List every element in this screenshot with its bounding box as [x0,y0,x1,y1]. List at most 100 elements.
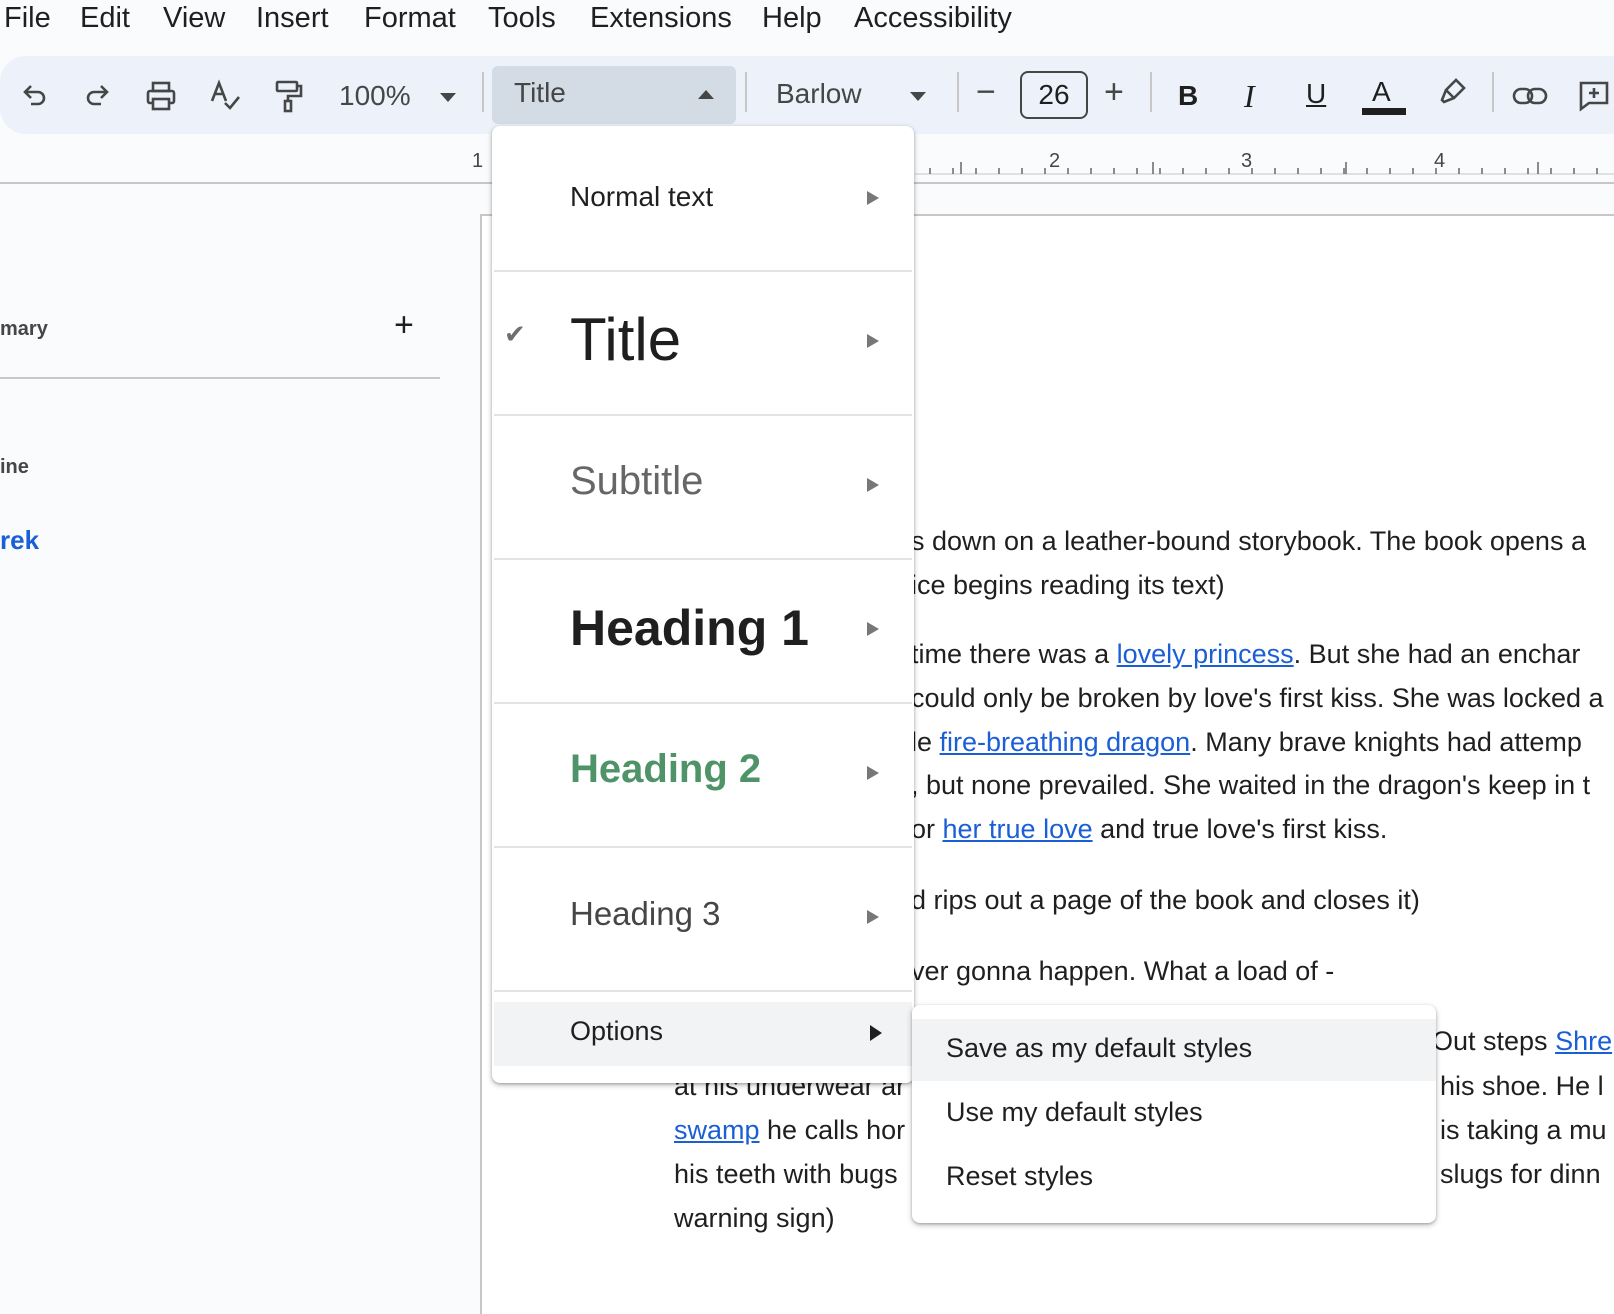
menu-format[interactable]: Format [364,0,456,36]
doc-text-line: , but none prevailed. She waited in the … [911,770,1591,800]
submenu-arrow-icon [867,622,879,636]
style-option-label: Heading 2 [570,747,762,791]
options-label: Options [570,1016,664,1046]
style-option-normal-text[interactable]: Normal text [492,126,914,270]
doc-text-line: time there was a lovely princess. But sh… [911,637,1580,671]
submenu-item-label: Use my default styles [946,1097,1203,1127]
submenu-arrow-icon [867,334,879,348]
menu-accessibility[interactable]: Accessibility [854,0,1012,36]
reset-styles-item[interactable]: Reset styles [912,1147,1436,1209]
style-select-value: Title [514,77,566,108]
toolbar-divider [745,72,747,112]
doc-text-line: could only be broken by love's first kis… [911,683,1604,713]
zoom-caret-icon[interactable] [440,93,456,102]
style-option-heading-1[interactable]: Heading 1 [492,559,914,703]
toolbar-divider [1150,72,1152,112]
submenu-arrow-icon [867,191,879,205]
doc-link[interactable]: swamp [674,1115,760,1145]
style-option-heading-2[interactable]: Heading 2 [492,703,914,847]
ruler-number: 3 [1241,150,1253,172]
increase-font-size-button[interactable]: + [1104,74,1124,110]
toolbar-divider [482,72,484,112]
style-option-label: Title [570,306,682,373]
submenu-arrow-icon [867,478,879,492]
style-option-label: Heading 1 [570,600,809,656]
doc-text-line: ice begins reading its text) [911,570,1225,600]
doc-text-line: his shoe. He l [1440,1071,1604,1101]
menu-divider [494,990,912,992]
doc-text-line: or her true love and true love's first k… [911,812,1387,846]
text-color-swatch [1362,108,1406,115]
undo-icon[interactable] [16,78,52,114]
add-comment-icon[interactable] [1576,78,1612,114]
submenu-item-label: Save as my default styles [946,1033,1253,1063]
submenu-item-label: Reset styles [946,1161,1094,1191]
doc-text: he calls hor [759,1115,906,1145]
bold-button[interactable]: B [1178,78,1198,114]
doc-text-line: ver gonna happen. What a load of - [911,956,1335,986]
doc-link[interactable]: lovely princess [1117,639,1294,669]
sidebar-summary-heading: mary [0,318,48,340]
style-option-subtitle[interactable]: Subtitle [492,415,914,559]
submenu-arrow-icon [870,1025,882,1041]
doc-text: and true love's first kiss. [1092,814,1388,844]
doc-text: . Many brave knights had attemp [1190,727,1582,757]
ruler-number: 4 [1434,150,1446,172]
paint-format-icon[interactable] [270,78,306,114]
checkmark-icon: ✔ [504,319,526,349]
ruler-number: 1 [472,150,484,172]
zoom-select[interactable]: 100% [339,78,411,114]
doc-text: le [911,727,940,757]
underline-button[interactable]: U [1306,76,1326,112]
italic-button[interactable]: I [1244,78,1255,114]
menu-extensions[interactable]: Extensions [590,0,732,36]
doc-text-line: his teeth with bugs [674,1159,898,1189]
style-option-label: Normal text [570,181,714,212]
decrease-font-size-button[interactable]: − [976,74,996,110]
doc-link[interactable]: fire-breathing dragon [940,727,1191,757]
use-default-styles-item[interactable]: Use my default styles [912,1083,1436,1145]
outline-item[interactable]: rek [0,525,39,556]
doc-text-line: warning sign) [674,1203,835,1233]
print-icon[interactable] [143,78,179,114]
font-caret-icon[interactable] [910,92,926,101]
doc-text-line: is taking a mu [1440,1115,1607,1145]
style-option-title[interactable]: ✔ Title [492,271,914,415]
link-icon[interactable] [1512,78,1548,114]
doc-text: or [911,814,943,844]
sidebar-outline-heading: ine [0,456,29,478]
options-submenu: Save as my default styles Use my default… [912,1005,1436,1223]
toolbar-divider [1492,72,1494,112]
submenu-arrow-icon [867,766,879,780]
doc-text: Out steps [1432,1026,1556,1056]
style-options-menu-item[interactable]: Options [494,1002,912,1066]
toolbar-divider [957,72,959,112]
doc-text-line: swamp he calls hor [674,1113,905,1147]
redo-icon[interactable] [80,78,116,114]
spellcheck-icon[interactable] [207,78,243,114]
doc-link[interactable]: her true love [943,814,1093,844]
highlighter-icon[interactable] [1434,74,1470,110]
menu-view[interactable]: View [163,0,225,36]
add-summary-button[interactable]: + [394,308,414,342]
save-default-styles-item[interactable]: Save as my default styles [912,1019,1436,1081]
font-size-input[interactable]: 26 [1020,71,1088,119]
menu-edit[interactable]: Edit [80,0,130,36]
doc-link[interactable]: Shre [1555,1026,1612,1056]
menu-bar: File Edit View Insert Format Tools Exten… [0,0,1614,50]
menu-insert[interactable]: Insert [256,0,329,36]
submenu-arrow-icon [867,910,879,924]
doc-text: . But she had an enchar [1293,639,1581,669]
font-select[interactable]: Barlow [776,76,862,112]
doc-text-line: d rips out a page of the book and closes… [911,885,1420,915]
menu-tools[interactable]: Tools [488,0,556,36]
style-option-label: Heading 3 [570,895,721,932]
style-option-heading-3[interactable]: Heading 3 [492,847,914,991]
menu-help[interactable]: Help [762,0,822,36]
menu-file[interactable]: File [4,0,51,36]
text-color-button[interactable]: A [1372,74,1391,110]
style-select[interactable]: Title [492,66,736,124]
paragraph-style-menu: Normal text ✔ Title Subtitle Heading 1 H… [492,126,914,1083]
doc-text: time there was a [911,639,1117,669]
doc-text-line: s down on a leather-bound storybook. The… [911,526,1586,556]
